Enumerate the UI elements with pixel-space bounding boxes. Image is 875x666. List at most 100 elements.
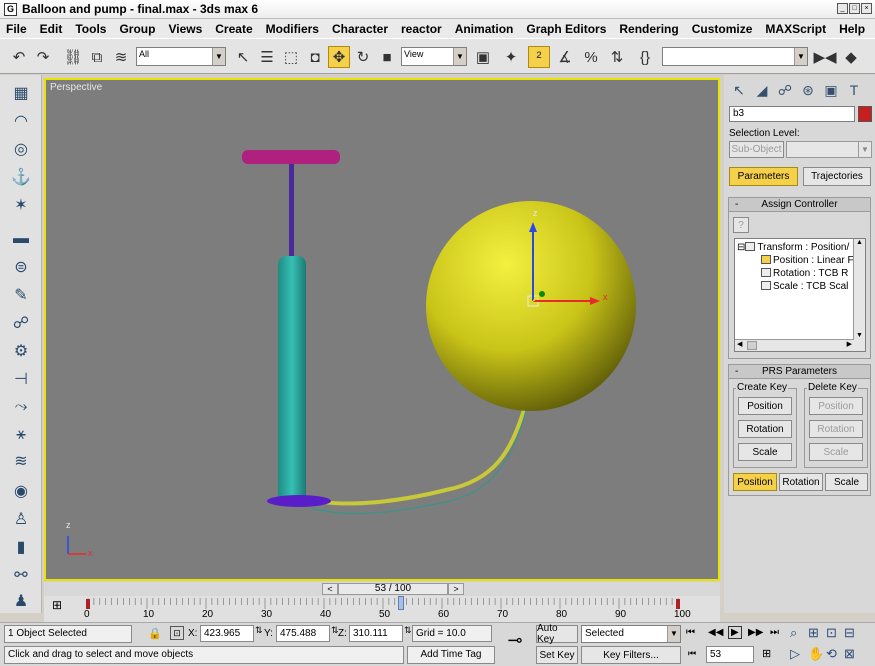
create-scale-key-button[interactable]: Scale — [738, 443, 792, 461]
time-configuration-icon[interactable]: ⊞ — [762, 647, 771, 660]
display-tab-icon[interactable]: ▣ — [820, 79, 842, 101]
zoom-icon[interactable]: ⌕ — [790, 625, 797, 641]
parameters-button[interactable]: Parameters — [729, 167, 798, 186]
tree-node-position[interactable]: Position : Linear F — [761, 255, 854, 266]
menu-views[interactable]: Views — [168, 22, 202, 36]
create-rotation-key-button[interactable]: Rotation — [738, 420, 792, 438]
minimize-icon[interactable]: _ — [837, 3, 848, 14]
patch-grid-icon[interactable]: ▬ — [9, 227, 33, 251]
menu-modifiers[interactable]: Modifiers — [266, 22, 319, 36]
menu-create[interactable]: Create — [215, 22, 252, 36]
time-slider-thumb[interactable]: 53 / 100 — [338, 583, 448, 595]
zoom-extents-icon[interactable]: ⊡ — [826, 625, 837, 641]
tree-vscrollbar[interactable]: ▲ ▼ — [853, 239, 865, 351]
window-crossing-icon[interactable]: ◘ — [304, 46, 326, 68]
rect-selection-icon[interactable]: ⬚ — [280, 46, 302, 68]
delete-position-key-button[interactable]: Position — [809, 397, 863, 415]
spinner-snap-icon[interactable]: ⇅ — [606, 46, 628, 68]
manipulate-icon[interactable]: ✦ — [500, 46, 522, 68]
lock-icon[interactable]: 🔒 — [148, 627, 162, 640]
reactor-icon[interactable]: ⚹ — [9, 423, 33, 447]
create-position-key-button[interactable]: Position — [738, 397, 792, 415]
previous-frame-icon[interactable]: ◀◀ — [708, 627, 723, 638]
sub-object-button[interactable]: Sub-Object — [729, 141, 784, 158]
z-coordinate-field[interactable]: 310.111 — [349, 625, 403, 642]
zoom-extents-all-icon[interactable]: ⊟ — [844, 625, 855, 641]
next-frame-icon[interactable]: ▶▶ — [748, 627, 763, 638]
current-frame-field[interactable]: 53 — [706, 646, 754, 663]
scroll-up-icon[interactable]: ▲ — [854, 239, 865, 246]
modify-tab-icon[interactable]: ◢ — [751, 79, 773, 101]
prev-frame-button[interactable]: < — [322, 583, 338, 595]
trajectories-button[interactable]: Trajectories — [803, 167, 871, 186]
object-name-field[interactable]: b3 — [729, 106, 855, 122]
menu-help[interactable]: Help — [839, 22, 865, 36]
perspective-viewport[interactable]: Perspective z x z x — [44, 78, 720, 581]
character-icon[interactable]: ♙ — [9, 507, 33, 531]
key-filters-button[interactable]: Key Filters... — [581, 646, 681, 664]
object-color-swatch[interactable] — [858, 106, 872, 122]
menu-graph-editors[interactable]: Graph Editors — [526, 22, 606, 36]
waves-icon[interactable]: ≋ — [9, 449, 33, 473]
create-tab-icon[interactable]: ↖ — [728, 79, 750, 101]
delete-scale-key-button[interactable]: Scale — [809, 443, 863, 461]
go-to-end-icon[interactable]: ⏭ — [770, 627, 779, 638]
field-of-view-icon[interactable]: ▷ — [790, 646, 800, 662]
transform-icon[interactable]: ⊣ — [9, 367, 33, 391]
scroll-left-icon[interactable]: ◀ — [737, 340, 742, 348]
motion-tab-icon[interactable]: ⊛ — [797, 79, 819, 101]
set-key-button[interactable]: Set Key — [536, 646, 578, 664]
pivot-center-icon[interactable]: ▣ — [472, 46, 494, 68]
x-spinner-icon[interactable]: ⇅ — [255, 625, 263, 636]
hierarchy-tab-icon[interactable]: ☍ — [774, 79, 796, 101]
dynamics-icon[interactable]: ☍ — [9, 311, 33, 335]
key-marker[interactable] — [86, 599, 90, 609]
angle-snap-icon[interactable]: ∡ — [554, 46, 576, 68]
biped-icon[interactable]: ♟ — [9, 589, 33, 613]
assign-controller-header[interactable]: - Assign Controller — [729, 198, 870, 212]
select-and-scale-icon[interactable]: ■ — [376, 46, 398, 68]
bind-space-warp-icon[interactable]: ≋ — [110, 46, 132, 68]
scale-tab-button[interactable]: Scale — [825, 473, 868, 491]
pencil-icon[interactable]: ✎ — [9, 283, 33, 307]
menu-file[interactable]: File — [6, 22, 27, 36]
menu-edit[interactable]: Edit — [40, 22, 63, 36]
track-bar-current-frame[interactable] — [397, 596, 404, 610]
bend-icon[interactable]: ⤳ — [9, 395, 33, 419]
key-mode-toggle-icon[interactable]: ⏮ — [688, 648, 696, 659]
undo-icon[interactable]: ↶ — [8, 46, 30, 68]
maximize-viewport-icon[interactable]: ⊠ — [844, 646, 855, 662]
play-icon[interactable]: ▶ — [728, 626, 742, 639]
zoom-all-icon[interactable]: ⊞ — [808, 625, 819, 641]
maximize-icon[interactable]: □ — [849, 3, 860, 14]
sphere-icon[interactable]: ◎ — [9, 137, 33, 161]
redo-icon[interactable]: ↷ — [32, 46, 54, 68]
gear-icon[interactable]: ⚙ — [9, 339, 33, 363]
scroll-down-icon[interactable]: ▼ — [854, 332, 865, 339]
link-icon[interactable]: ⚯ — [9, 563, 33, 587]
align-icon[interactable]: ◆ — [840, 46, 862, 68]
menu-rendering[interactable]: Rendering — [619, 22, 678, 36]
tree-node-scale[interactable]: Scale : TCB Scal — [761, 281, 848, 292]
go-to-start-icon[interactable]: ⏮ — [686, 627, 695, 638]
pan-icon[interactable]: ✋ — [808, 646, 824, 662]
percent-snap-icon[interactable]: % — [580, 46, 602, 68]
scroll-right-icon[interactable]: ▶ — [847, 340, 852, 348]
select-object-icon[interactable]: ↖ — [232, 46, 254, 68]
select-and-move-icon[interactable]: ✥ — [328, 46, 350, 68]
menu-group[interactable]: Group — [119, 22, 155, 36]
position-tab-button[interactable]: Position — [733, 473, 777, 491]
sub-object-dropdown[interactable]: ▼ — [786, 141, 872, 158]
z-spinner-icon[interactable]: ⇅ — [404, 625, 412, 636]
menu-customize[interactable]: Customize — [692, 22, 753, 36]
tree-node-rotation[interactable]: Rotation : TCB R — [761, 268, 848, 279]
key-marker[interactable] — [676, 599, 680, 609]
track-bar[interactable]: 0 10 20 30 40 50 60 70 80 90 100 — [44, 596, 720, 622]
scroll-thumb[interactable] — [747, 341, 757, 350]
render-icon[interactable]: ◉ — [9, 479, 33, 503]
add-time-tag-button[interactable]: Add Time Tag — [407, 646, 495, 664]
menu-tools[interactable]: Tools — [75, 22, 106, 36]
objects-icon[interactable]: ▦ — [9, 81, 33, 105]
absolute-mode-icon[interactable]: ⊡ — [170, 626, 184, 640]
next-frame-button[interactable]: > — [448, 583, 464, 595]
